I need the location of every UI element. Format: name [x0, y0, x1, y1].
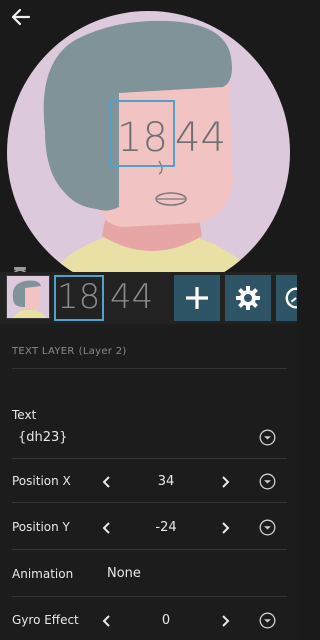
thumb-minute: 44 — [110, 277, 154, 317]
clock-icon — [285, 287, 297, 309]
gear-icon — [236, 286, 260, 310]
watch-preview: 18 44 — [0, 0, 297, 296]
animation-value[interactable]: None — [107, 566, 141, 581]
layer-strip: 18 44 — [0, 272, 297, 324]
position-x-dropdown-icon[interactable] — [259, 473, 276, 490]
divider — [12, 596, 287, 597]
position-y-dropdown-icon[interactable] — [259, 519, 276, 536]
gyro-effect-label: Gyro Effect — [12, 613, 79, 627]
position-y-decrease-icon[interactable] — [101, 521, 113, 535]
section-subtitle: (Layer 2) — [78, 346, 127, 357]
add-icon — [186, 287, 208, 309]
divider — [12, 502, 287, 503]
clock-layer-button[interactable] — [276, 275, 297, 321]
divider — [12, 368, 287, 369]
preview-minute: 44 — [175, 115, 226, 161]
position-y-increase-icon[interactable] — [219, 521, 231, 535]
position-y-value[interactable]: -24 — [136, 520, 196, 535]
preview-hour: 18 — [117, 115, 168, 161]
text-label: Text — [12, 408, 37, 422]
animation-label: Animation — [12, 567, 74, 581]
section-title: TEXT LAYER (Layer 2) — [12, 346, 127, 357]
position-x-decrease-icon[interactable] — [101, 475, 113, 489]
gyro-decrease-icon[interactable] — [101, 614, 113, 628]
thumb-hour: 18 — [57, 277, 101, 317]
add-layer-button[interactable] — [174, 275, 220, 321]
divider — [12, 549, 287, 550]
section-title-text: TEXT LAYER — [12, 346, 75, 357]
back-arrow-icon[interactable] — [10, 6, 32, 28]
face-illustration: 18 44 — [7, 11, 290, 294]
watch-face[interactable]: 18 44 — [7, 11, 290, 294]
text-dropdown-icon[interactable] — [259, 429, 276, 446]
gyro-increase-icon[interactable] — [219, 614, 231, 628]
position-x-label: Position X — [12, 474, 71, 488]
properties-panel: TEXT LAYER (Layer 2) Text {dh23} Position… — [0, 324, 297, 640]
position-x-increase-icon[interactable] — [219, 475, 231, 489]
gyro-dropdown-icon[interactable] — [259, 612, 276, 629]
settings-button[interactable] — [225, 275, 271, 321]
layer-thumbnail-background[interactable] — [6, 275, 50, 319]
position-y-label: Position Y — [12, 520, 70, 534]
background-thumb-icon — [7, 276, 49, 318]
layer-thumbnail-text[interactable]: 18 44 — [54, 275, 156, 321]
divider — [12, 458, 287, 459]
position-x-value[interactable]: 34 — [136, 474, 196, 489]
gyro-effect-value[interactable]: 0 — [136, 613, 196, 628]
text-value[interactable]: {dh23} — [18, 430, 68, 445]
